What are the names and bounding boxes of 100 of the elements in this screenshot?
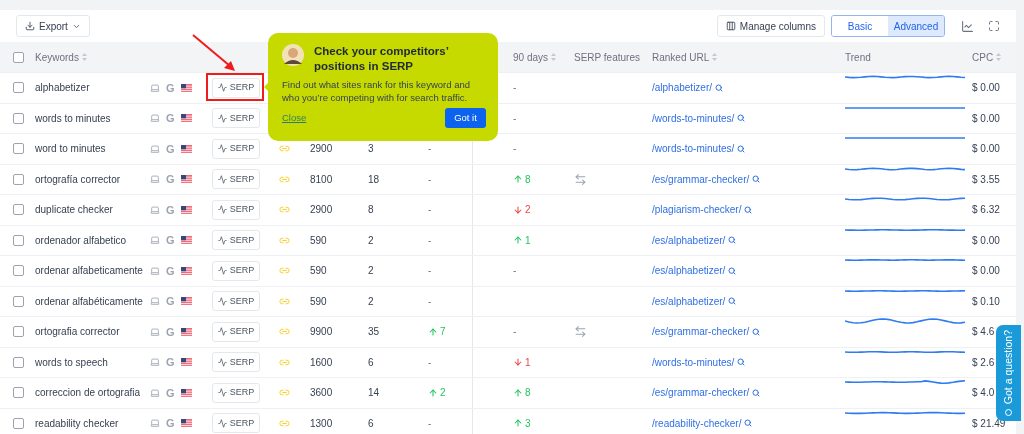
search-engine-label: G [166, 202, 175, 218]
checkbox[interactable] [13, 234, 24, 246]
view-toggle[interactable]: Advanced [888, 16, 944, 36]
cpc-value: $ 0.00 [972, 111, 1000, 126]
serp-button[interactable]: SERP [212, 138, 260, 159]
volume-value: 2900 [310, 142, 333, 157]
ranked-url-link[interactable]: /es/alphabetizer/ [652, 263, 726, 279]
search-icon[interactable] [752, 175, 761, 184]
us-flag-icon [180, 83, 192, 92]
search-engine-label: G [166, 111, 175, 126]
ranked-url-link[interactable]: /plagiarism-checker/ [652, 202, 742, 218]
checkbox[interactable] [13, 112, 24, 124]
download-icon [25, 21, 35, 31]
serp-button[interactable]: SERP [212, 321, 260, 342]
search-icon[interactable] [728, 236, 737, 245]
serp-button[interactable]: SERP [212, 352, 260, 373]
checkbox[interactable] [13, 295, 24, 307]
us-flag-icon [180, 114, 192, 123]
search-icon[interactable] [744, 419, 753, 428]
ranked-url-link[interactable]: /es/grammar-checker/ [652, 324, 750, 340]
us-flag-icon [180, 327, 192, 336]
ranked-url-link[interactable]: /words-to-minutes/ [652, 141, 735, 157]
search-icon[interactable] [737, 114, 746, 123]
us-flag-icon [180, 358, 192, 367]
change-value: - [513, 325, 517, 340]
serp-button[interactable]: SERP [212, 382, 260, 403]
export-button[interactable]: Export [16, 15, 90, 37]
serp-button[interactable]: SERP [212, 260, 260, 281]
search-icon[interactable] [715, 83, 724, 92]
serp-button[interactable]: SERP [212, 413, 260, 434]
ranked-url-link[interactable]: /readability-checker/ [652, 415, 742, 431]
change-value: - [428, 142, 432, 157]
zigzag-icon [217, 296, 227, 306]
sort-icon[interactable] [712, 53, 718, 61]
laptop-icon [150, 387, 160, 398]
search-icon[interactable] [752, 327, 761, 336]
pointer-arrow [190, 33, 238, 73]
columns-icon [725, 21, 736, 31]
search-icon[interactable] [737, 144, 746, 153]
search-icon[interactable] [728, 266, 737, 275]
ranked-url-link[interactable]: /alphabetizer/ [652, 80, 713, 96]
ranked-url-link[interactable]: /es/alphabetizer/ [652, 232, 726, 248]
search-icon[interactable] [744, 205, 753, 214]
search-icon[interactable] [752, 388, 761, 397]
ranked-url-link[interactable]: /es/grammar-checker/ [652, 385, 750, 401]
change-value: - [428, 294, 432, 309]
checkbox[interactable] [13, 356, 24, 368]
serp-button[interactable]: SERP [212, 169, 260, 190]
change-value: - [513, 142, 517, 157]
change-value: 8 [525, 172, 531, 187]
checkbox[interactable] [13, 82, 24, 94]
keyword-text: ortografia corrector [35, 325, 120, 340]
search-engine-label: G [166, 263, 175, 279]
checkbox[interactable] [13, 265, 24, 277]
sort-icon[interactable] [81, 53, 87, 61]
change-value: - [428, 172, 432, 187]
close-link[interactable]: Close [282, 110, 307, 126]
checkbox[interactable] [13, 387, 24, 399]
checkbox[interactable] [13, 143, 24, 155]
serp-button[interactable]: SERP [212, 199, 260, 220]
sort-icon[interactable] [551, 53, 557, 61]
got-it-button[interactable]: Got it [445, 108, 486, 128]
column-header: Ranked URL [652, 50, 710, 65]
change-value: 2 [525, 203, 531, 218]
cpc-value: $ 0.00 [972, 142, 1000, 157]
search-engine-label: G [166, 80, 175, 96]
checkbox[interactable] [13, 173, 24, 185]
manage-columns-button[interactable]: Manage columns [716, 15, 825, 37]
sort-icon[interactable] [996, 53, 1002, 61]
cpc-value: $ 0.00 [972, 81, 1000, 96]
ranked-url-link[interactable]: /es/alphabetizer/ [652, 293, 726, 309]
checkbox[interactable] [13, 326, 24, 338]
change-value: - [428, 416, 432, 431]
serp-button[interactable]: SERP [212, 230, 260, 251]
keyword-text: ordenar alfabéticamente [35, 294, 143, 309]
keyword-text: correccion de ortografia [35, 386, 141, 401]
ranked-url-link[interactable]: /words-to-minutes/ [652, 110, 735, 126]
ranked-url-link[interactable]: /es/grammar-checker/ [652, 171, 750, 187]
position-value: 14 [368, 386, 380, 401]
chart-icon[interactable] [961, 19, 974, 33]
serp-button[interactable]: SERP [212, 77, 260, 98]
ranked-url-link[interactable]: /words-to-minutes/ [652, 354, 735, 370]
zigzag-icon [217, 113, 227, 123]
search-engine-label: G [166, 141, 175, 157]
zigzag-icon [217, 357, 227, 367]
search-icon[interactable] [728, 297, 737, 306]
checkbox[interactable] [13, 51, 24, 63]
checkbox[interactable] [13, 417, 24, 429]
volume-value: 1600 [310, 355, 333, 370]
volume-value: 2900 [310, 203, 333, 218]
search-engine-label: G [166, 416, 175, 431]
zigzag-icon [217, 83, 227, 93]
us-flag-icon [180, 175, 192, 184]
checkbox[interactable] [13, 204, 24, 216]
fullscreen-icon[interactable] [988, 20, 1000, 32]
cpc-value: $ 4.6 [972, 325, 995, 340]
search-icon[interactable] [737, 358, 746, 367]
serp-button[interactable]: SERP [212, 291, 260, 312]
position-value: 35 [368, 325, 380, 340]
serp-button[interactable]: SERP [212, 108, 260, 129]
